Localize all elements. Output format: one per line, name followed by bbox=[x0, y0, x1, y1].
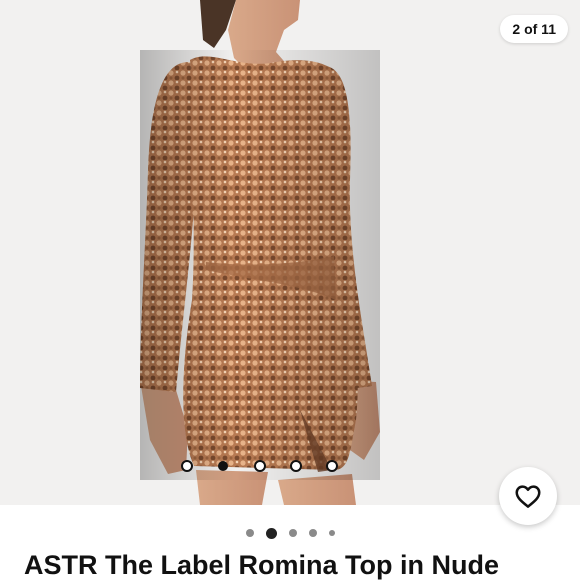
pager-dot[interactable] bbox=[288, 529, 297, 537]
pager-dot[interactable] bbox=[328, 530, 335, 536]
pager-dot[interactable] bbox=[308, 529, 317, 537]
image-counter-badge: 2 of 11 bbox=[500, 15, 568, 43]
product-photo bbox=[140, 0, 380, 505]
image-pager[interactable] bbox=[0, 526, 580, 540]
like-button[interactable] bbox=[499, 467, 557, 525]
product-title: ASTR The Label Romina Top in Nude bbox=[24, 550, 500, 580]
pager-dot[interactable] bbox=[245, 529, 254, 537]
pager-dot-active[interactable] bbox=[265, 527, 277, 539]
product-image-gallery[interactable]: 2 of 11 bbox=[0, 0, 580, 505]
heart-outline-icon bbox=[515, 485, 541, 508]
